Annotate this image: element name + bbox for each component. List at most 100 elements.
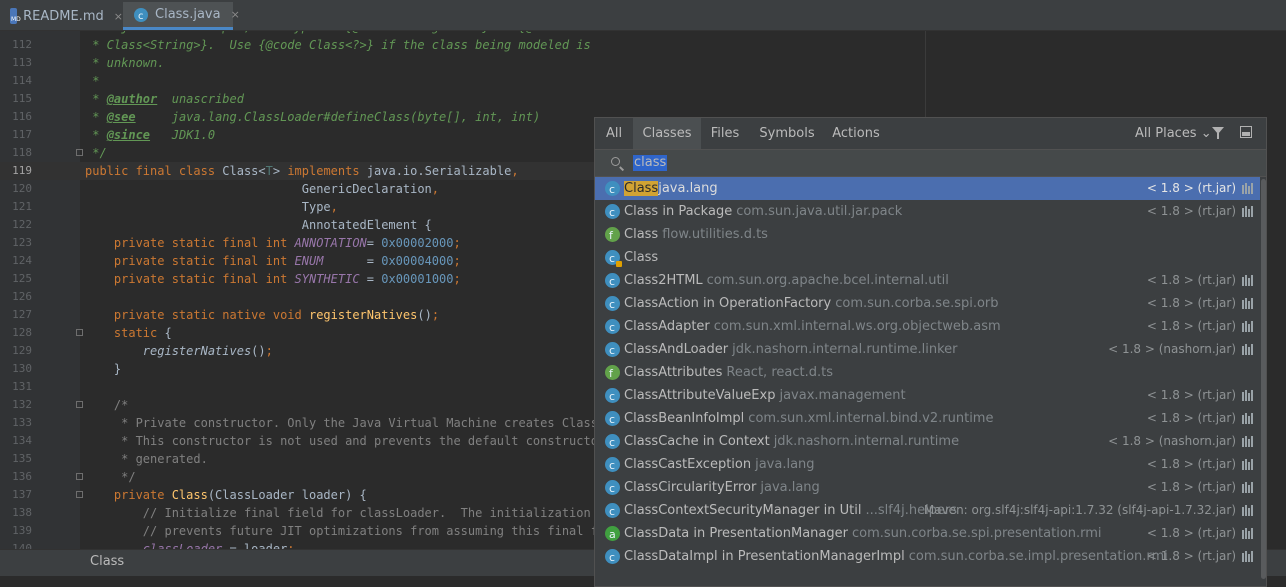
line-number: 112 — [12, 38, 32, 51]
line-number: 115 — [12, 92, 32, 105]
result-library: < 1.8 > (rt.jar) — [1146, 204, 1236, 218]
result-item[interactable]: ClassDataImpl in PresentationManagerImpl… — [595, 545, 1260, 569]
java-class-icon — [605, 270, 620, 293]
line-number: 122 — [12, 218, 32, 231]
line-number: 114 — [12, 74, 32, 87]
library-icon — [1242, 183, 1254, 194]
code-text: } — [85, 362, 122, 376]
result-name: ClassAttributeValueExp javax.management — [624, 388, 906, 403]
match-highlight: Class — [624, 181, 659, 196]
result-location: jdk.nashorn.internal.runtime.linker — [732, 342, 958, 357]
result-library: < 1.8 > (rt.jar) — [1146, 296, 1236, 310]
result-item[interactable]: Classjava.lang < 1.8 > (rt.jar) — [595, 177, 1260, 201]
result-item[interactable]: ClassAdaptercom.sun.xml.internal.ws.org.… — [595, 315, 1260, 339]
result-library: Maven: org.slf4j:slf4j-api:1.7.32 (slf4j… — [923, 503, 1236, 517]
result-location: flow.utilities.d.ts — [662, 227, 768, 242]
code-line[interactable]: 115 * @author unascribed — [0, 90, 926, 108]
library-icon — [1242, 459, 1254, 470]
tab-symbols[interactable]: Symbols — [751, 118, 823, 149]
result-item[interactable]: Class in Packagecom.sun.java.util.jar.pa… — [595, 200, 1260, 224]
editor-tab-bar: README.md × c Class.java × — [0, 0, 1286, 31]
code-text: * This constructor is not used and preve… — [85, 434, 649, 448]
tab-readme[interactable]: README.md × — [0, 2, 123, 30]
library-icon — [1242, 413, 1254, 424]
code-text: */ — [85, 470, 136, 484]
library-icon — [1242, 206, 1254, 217]
result-item[interactable]: ClassBeanInfoImplcom.sun.xml.internal.bi… — [595, 407, 1260, 431]
result-item[interactable]: ClassCastExceptionjava.lang < 1.8 > (rt.j… — [595, 453, 1260, 477]
result-name: ClassAction in OperationFactory com.sun.c… — [624, 296, 999, 311]
line-number: 126 — [12, 290, 32, 303]
fold-marker-icon[interactable] — [76, 491, 83, 498]
line-number: 137 — [12, 488, 32, 501]
search-results-list: Classjava.lang< 1.8 > (rt.jar)Class in P… — [595, 177, 1260, 586]
line-number: 128 — [12, 326, 32, 339]
result-item[interactable]: ClassAttributeValueExpjavax.management < … — [595, 384, 1260, 408]
result-item[interactable]: ClassCache in Contextjdk.nashorn.interna… — [595, 430, 1260, 454]
code-line[interactable]: 113 * unknown. — [0, 54, 926, 72]
typescript-class-icon — [605, 224, 620, 247]
code-text: * unknown. — [85, 56, 165, 70]
result-item[interactable]: ClassAction in OperationFactorycom.sun.c… — [595, 292, 1260, 316]
result-item[interactable]: ClassAttributesReact, react.d.ts — [595, 361, 1260, 385]
close-icon[interactable]: × — [231, 8, 240, 21]
result-item[interactable]: ClassContextSecurityManager in Util...sl… — [595, 499, 1260, 523]
status-breadcrumb[interactable]: Class — [90, 554, 124, 569]
search-input[interactable]: class — [633, 155, 668, 171]
scope-label: All Places — [1135, 126, 1197, 141]
scope-dropdown[interactable]: All Places ⌄ — [1135, 118, 1212, 149]
result-location: com.sun.xml.internal.bind.v2.runtime — [748, 411, 994, 426]
line-number: 129 — [12, 344, 32, 357]
tab-files[interactable]: Files — [701, 118, 749, 149]
fold-marker-icon[interactable] — [76, 329, 83, 336]
java-class-icon — [605, 201, 620, 224]
search-everywhere-popup: All Classes Files Symbols Actions All Pl… — [594, 117, 1267, 587]
library-icon — [1242, 528, 1254, 539]
result-item[interactable]: Class2HTMLcom.sun.org.apache.bcel.intern… — [595, 269, 1260, 293]
result-item[interactable]: ClassAndLoaderjdk.nashorn.internal.runti… — [595, 338, 1260, 362]
result-name: ClassAndLoader jdk.nashorn.internal.runti… — [624, 342, 958, 357]
result-name: ClassAdapter com.sun.xml.internal.ws.org.… — [624, 319, 1001, 334]
tab-actions[interactable]: Actions — [825, 118, 887, 149]
result-name: ClassData in PresentationManager com.sun.… — [624, 526, 1102, 541]
tab-label: README.md — [23, 8, 104, 24]
java-class-icon — [605, 385, 620, 408]
tab-all[interactable]: All — [595, 118, 633, 149]
filter-icon[interactable] — [1212, 127, 1224, 139]
fold-marker-icon[interactable] — [76, 473, 83, 480]
result-item[interactable]: ClassCircularityErrorjava.lang < 1.8 > (r… — [595, 476, 1260, 500]
line-number: 130 — [12, 362, 32, 375]
fold-marker-icon[interactable] — [76, 401, 83, 408]
result-item[interactable]: Class — [595, 246, 1260, 270]
result-location: React, react.d.ts — [726, 365, 833, 380]
code-text: AnnotatedElement { — [85, 218, 432, 232]
code-line[interactable]: 114 * — [0, 72, 926, 90]
tab-class-java[interactable]: c Class.java × — [123, 2, 240, 30]
result-location: javax.management — [779, 388, 906, 403]
line-number: 134 — [12, 434, 32, 447]
code-text: * — [85, 74, 100, 88]
code-line[interactable]: 112 * Class<String>}. Use {@code Class<?… — [0, 36, 926, 54]
result-item[interactable]: ClassData in PresentationManagercom.sun.… — [595, 522, 1260, 546]
result-location: java.lang — [755, 457, 815, 472]
code-text: * Class<String>}. Use {@code Class<?>} i… — [85, 38, 591, 52]
library-icon — [1242, 275, 1254, 286]
result-name: Classjava.lang — [624, 177, 718, 200]
result-item[interactable]: Classflow.utilities.d.ts — [595, 223, 1260, 247]
open-in-find-window-icon[interactable] — [1240, 126, 1252, 138]
close-icon[interactable]: × — [114, 10, 123, 23]
line-number: 116 — [12, 110, 32, 123]
search-field[interactable]: class — [595, 149, 1266, 177]
tab-label: Class.java — [155, 7, 221, 22]
library-icon — [1242, 551, 1254, 562]
result-name: Class in Package com.sun.java.util.jar.pa… — [624, 204, 903, 219]
code-text: private static final int ANNOTATION= 0x0… — [113, 236, 461, 250]
code-text: public final class Class<T> implements j… — [85, 164, 519, 178]
scrollbar-thumb[interactable] — [1261, 179, 1266, 579]
result-library: < 1.8 > (rt.jar) — [1146, 411, 1236, 425]
tab-classes[interactable]: Classes — [633, 118, 701, 149]
result-location: com.sun.xml.internal.ws.org.objectweb.as… — [713, 319, 1001, 334]
java-class-icon — [605, 178, 620, 201]
fold-marker-icon[interactable] — [76, 149, 83, 156]
results-scrollbar[interactable] — [1260, 177, 1266, 586]
